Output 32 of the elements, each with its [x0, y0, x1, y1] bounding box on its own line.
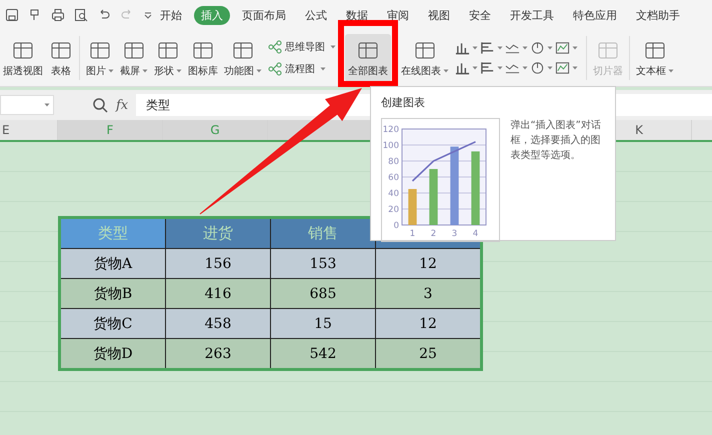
table-cell: 542 — [270, 338, 376, 370]
axis-tick-label: 2 — [430, 229, 436, 239]
axis-tick-label: 40 — [388, 189, 399, 199]
table-cell: 货物A — [60, 248, 166, 278]
table-cell: 416 — [166, 278, 270, 308]
table-cell: 685 — [270, 278, 376, 308]
axis-tick-label: 0 — [394, 221, 399, 231]
axis-tick-label: 60 — [388, 173, 399, 183]
header-cell: 销售 — [270, 218, 376, 248]
tooltip-description: 弹出“插入图表”对话框，选择要插入的图表类型等选项。 — [510, 118, 602, 163]
table-cell: 货物B — [60, 278, 166, 308]
axis-tick-label: 1 — [410, 229, 416, 239]
axis-tick-label: 120 — [382, 125, 399, 135]
table-cell: 12 — [376, 248, 482, 278]
table-cell: 25 — [376, 338, 482, 370]
table-cell: 15 — [270, 308, 376, 338]
table-cell: 货物D — [60, 338, 166, 370]
axis-tick-label: 100 — [382, 141, 399, 151]
axis-tick-label: 4 — [472, 229, 478, 239]
table-cell: 263 — [166, 338, 270, 370]
axis-tick-label: 80 — [388, 157, 399, 167]
table-cell: 3 — [376, 278, 482, 308]
axis-tick-label: 3 — [452, 229, 458, 239]
header-cell: 进货 — [166, 218, 270, 248]
table-cell: 153 — [270, 248, 376, 278]
table-cell: 12 — [376, 308, 482, 338]
tooltip-title: 创建图表 — [381, 95, 426, 110]
table-cell: 458 — [166, 308, 270, 338]
table-cell: 156 — [166, 248, 270, 278]
axis-tick-label: 20 — [388, 205, 399, 215]
table-cell: 货物C — [60, 308, 166, 338]
header-cell: 类型 — [60, 218, 166, 248]
